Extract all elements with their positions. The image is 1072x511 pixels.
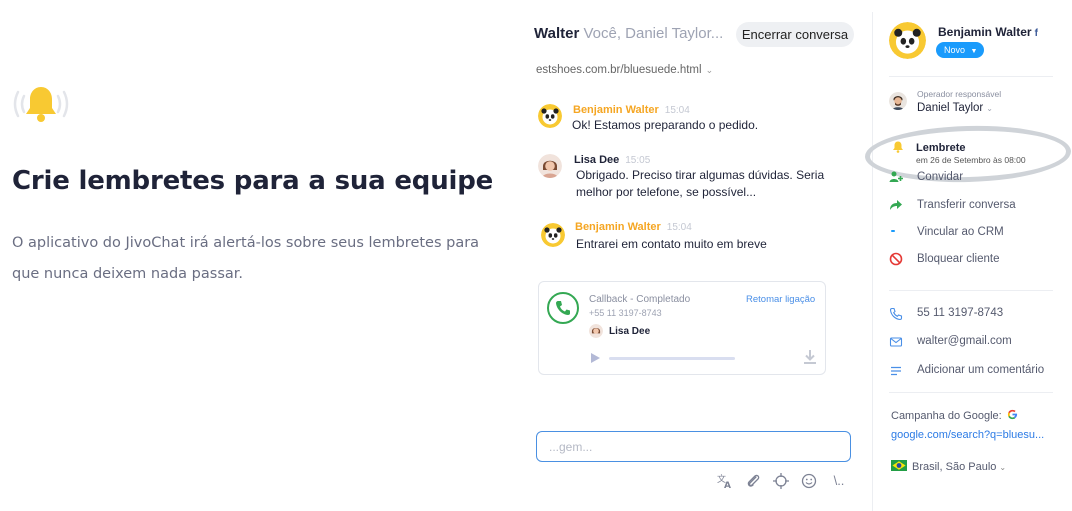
bell-ringing-icon [10, 84, 72, 124]
callback-card: Callback - Completado +55 11 3197-8743 R… [538, 281, 826, 375]
message-item: Benjamin Walter 15:04 Entrarei em contato… [538, 221, 858, 257]
chevron-down-icon[interactable]: ⌄ [999, 463, 1006, 472]
message-time: 15:04 [666, 222, 692, 233]
comment-lines-icon [891, 366, 901, 376]
message-input[interactable] [549, 438, 839, 456]
divider [889, 392, 1053, 393]
divider [889, 290, 1053, 291]
callback-phone: +55 11 3197-8743 [589, 308, 662, 318]
crm-action[interactable]: Vincular ao CRM [889, 224, 1059, 242]
client-email[interactable]: walter@gmail.com [889, 334, 1059, 352]
facebook-icon[interactable]: f [1035, 28, 1038, 39]
message-author: Lisa Dee [574, 154, 620, 166]
message-item: Benjamin Walter 15:04 Ok! Estamos prepara… [538, 104, 858, 140]
block-action[interactable]: Bloquear cliente [889, 251, 1059, 269]
email-icon [889, 337, 903, 347]
message-time: 15:04 [664, 105, 690, 116]
panda-avatar-icon [889, 22, 926, 59]
retry-call-link[interactable]: Retomar ligação [746, 294, 815, 305]
reminder-title[interactable]: Lembrete [916, 142, 966, 154]
divider [889, 76, 1053, 77]
chevron-down-icon: ⌄ [705, 65, 714, 75]
block-icon [889, 252, 903, 266]
page-url-text: estshoes.com.br/bluesuede.html [536, 64, 702, 76]
chevron-down-icon: ▼ [970, 48, 978, 55]
add-comment[interactable]: Adicionar um comentário [889, 363, 1059, 381]
attach-icon[interactable] [744, 472, 762, 490]
campaign-label-text: Campanha do Google: [891, 410, 1002, 422]
panda-avatar-icon [541, 223, 565, 247]
client-location: Brasil, São Paulo ⌄ [891, 460, 1006, 473]
message-author: Benjamin Walter [575, 221, 661, 233]
transfer-icon [890, 200, 902, 210]
target-icon[interactable] [772, 472, 790, 490]
visitor-page-url[interactable]: estshoes.com.br/bluesuede.html ⌄ [536, 64, 713, 76]
svg-text:A: A [724, 481, 731, 490]
message-compose [536, 431, 851, 462]
chat-header: Walter Você, Daniel Taylor... Encerrar c… [532, 22, 872, 48]
chat-panel: Walter Você, Daniel Taylor... Encerrar c… [532, 0, 872, 511]
message-text: Entrarei em contato muito em breve [576, 237, 767, 251]
download-icon[interactable] [803, 349, 817, 365]
client-name: Benjamin Walter f [938, 25, 1038, 39]
comment-text: Adicionar um comentário [917, 364, 1045, 376]
promo-title: Crie lembretes para a sua equipe [12, 166, 494, 196]
promo-section: Crie lembretes para a sua equipe O aplic… [0, 0, 500, 511]
transfer-label: Transferir conversa [917, 199, 1016, 211]
operator-avatar-icon [889, 92, 907, 110]
crm-label: Vincular ao CRM [917, 226, 1004, 238]
message-author: Benjamin Walter [573, 104, 659, 116]
message-time: 15:05 [625, 155, 651, 166]
chat-title-name: Walter [534, 25, 580, 42]
client-sidebar: Benjamin Walter f Novo ▼ Operador respons… [864, 0, 1072, 511]
chat-title: Walter Você, Daniel Taylor... [534, 25, 723, 42]
chevron-down-icon: ⌄ [986, 104, 993, 113]
client-avatar-icon [538, 154, 562, 178]
message-meta: Benjamin Walter 15:04 [575, 221, 692, 233]
invite-label: Convidar [917, 171, 964, 183]
operator-select[interactable]: Daniel Taylor ⌄ [917, 102, 993, 114]
campaign-label: Campanha do Google: [891, 409, 1018, 422]
phone-text: 55 11 3197-8743 [917, 307, 1004, 319]
bell-icon [893, 141, 903, 153]
message-text: Ok! Estamos preparando o pedido. [572, 118, 759, 132]
audio-progress-bar[interactable] [609, 357, 735, 360]
transfer-action[interactable]: Transferir conversa [889, 197, 1059, 215]
phone-callback-icon [547, 292, 579, 324]
promo-description: O aplicativo do JivoChat irá alertá-los … [12, 235, 480, 282]
google-icon [1007, 409, 1017, 420]
chat-participants: Você, Daniel Taylor... [583, 25, 724, 42]
callback-title: Callback - Completado [589, 294, 691, 305]
agent-avatar-icon [589, 324, 603, 338]
message-meta: Lisa Dee 15:05 [574, 154, 650, 166]
phone-icon [889, 307, 903, 321]
reminder-date: em 26 de Setembro às 08:00 [916, 155, 1026, 165]
operator-label: Operador responsável [917, 89, 1002, 99]
crm-icon [891, 230, 895, 232]
client-phone[interactable]: 55 11 3197-8743 [889, 306, 1059, 324]
more-icon[interactable]: \.. [826, 472, 852, 490]
panda-avatar-icon [538, 104, 562, 128]
client-name-text: Benjamin Walter [938, 25, 1032, 39]
status-badge-dropdown[interactable]: Novo ▼ [936, 42, 984, 58]
operator-name: Daniel Taylor [917, 102, 984, 114]
email-text: walter@gmail.com [917, 335, 1012, 347]
play-icon[interactable] [589, 352, 601, 364]
translate-icon[interactable]: 文A [716, 472, 734, 491]
compose-toolbar: 文A \.. [716, 472, 856, 492]
end-conversation-button[interactable]: Encerrar conversa [736, 22, 854, 47]
invite-icon [889, 171, 903, 182]
message-meta: Benjamin Walter 15:04 [573, 104, 690, 116]
block-label: Bloquear cliente [917, 253, 1000, 265]
invite-action[interactable]: Convidar [889, 169, 1059, 187]
brazil-flag-icon [891, 460, 907, 471]
location-text: Brasil, São Paulo [912, 461, 997, 473]
status-badge-label: Novo [944, 45, 966, 55]
callback-agent: Lisa Dee [609, 326, 651, 337]
emoji-icon[interactable] [800, 472, 818, 490]
campaign-link[interactable]: google.com/search?q=bluesu... [891, 429, 1053, 441]
message-text: Obrigado. Preciso tirar algumas dúvidas.… [576, 168, 825, 199]
message-item: Lisa Dee 15:05 Obrigado. Preciso tirar al… [538, 154, 858, 204]
